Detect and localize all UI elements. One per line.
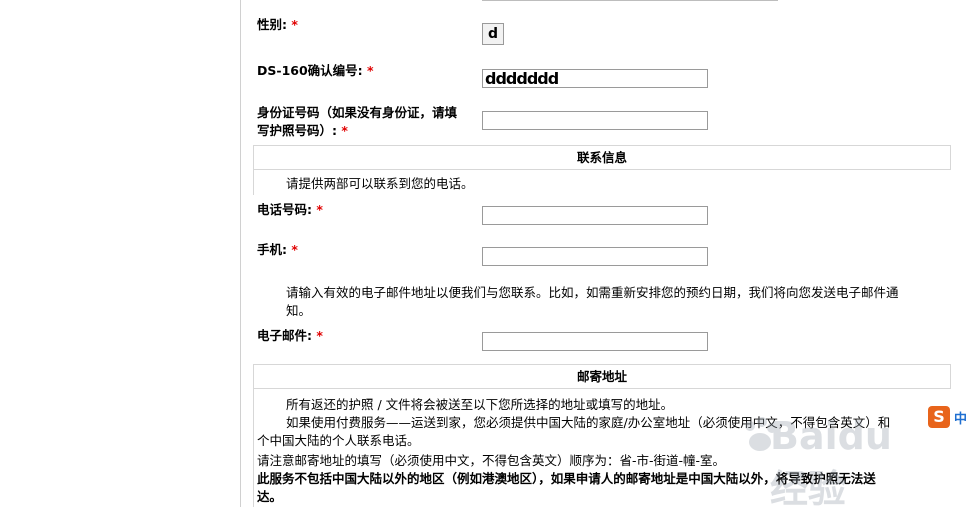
email-input[interactable]: [482, 332, 708, 351]
ime-mode-label: 中: [954, 412, 968, 427]
email-label: 电子邮件: *: [257, 328, 323, 343]
id-number-input[interactable]: [482, 111, 708, 130]
watermark-text: Baidu经验: [770, 414, 892, 511]
required-mark: *: [341, 123, 348, 138]
section-body-border: [253, 389, 254, 507]
previous-input-edge: [482, 0, 778, 1]
phone-input[interactable]: [482, 206, 708, 225]
required-mark: *: [291, 242, 298, 257]
mailing-paragraph-3: 请注意邮寄地址的填写（必须使用中文，不得包含英文）顺序为：省-市-街道-幢-室。: [257, 453, 726, 468]
ds160-input[interactable]: [482, 69, 708, 88]
required-mark: *: [316, 328, 323, 343]
page-left-border: [240, 0, 241, 507]
section-body-border: [253, 170, 254, 195]
gender-select[interactable]: d: [482, 23, 504, 45]
mobile-label: 手机: *: [257, 242, 298, 257]
mailing-section-header: 邮寄地址: [253, 364, 951, 389]
email-intro: 请输入有效的电子邮件地址以便我们与您联系。比如，如需重新安排您的预约日期，我们将…: [286, 285, 899, 318]
gender-label: 性别: *: [257, 17, 298, 32]
contact-intro: 请提供两部可以联系到您的电话。: [286, 176, 474, 191]
required-mark: *: [316, 202, 323, 217]
sogou-ime-toolbar[interactable]: S 中: [928, 406, 968, 432]
sogou-icon: S: [928, 406, 950, 428]
id-label: 身份证号码（如果没有身份证，请填 写护照号码）: *: [257, 105, 458, 138]
required-mark: *: [367, 63, 374, 78]
contact-section-header: 联系信息: [253, 145, 951, 170]
ds160-label: DS-160确认编号: *: [257, 63, 374, 78]
mobile-input[interactable]: [482, 247, 708, 266]
baidu-watermark: Baidu经验: [740, 406, 920, 511]
mailing-paragraph-1: 所有返还的护照 / 文件将会被送至以下您所选择的地址或填写的地址。: [286, 397, 674, 412]
phone-label: 电话号码: *: [257, 202, 323, 217]
required-mark: *: [291, 17, 298, 32]
